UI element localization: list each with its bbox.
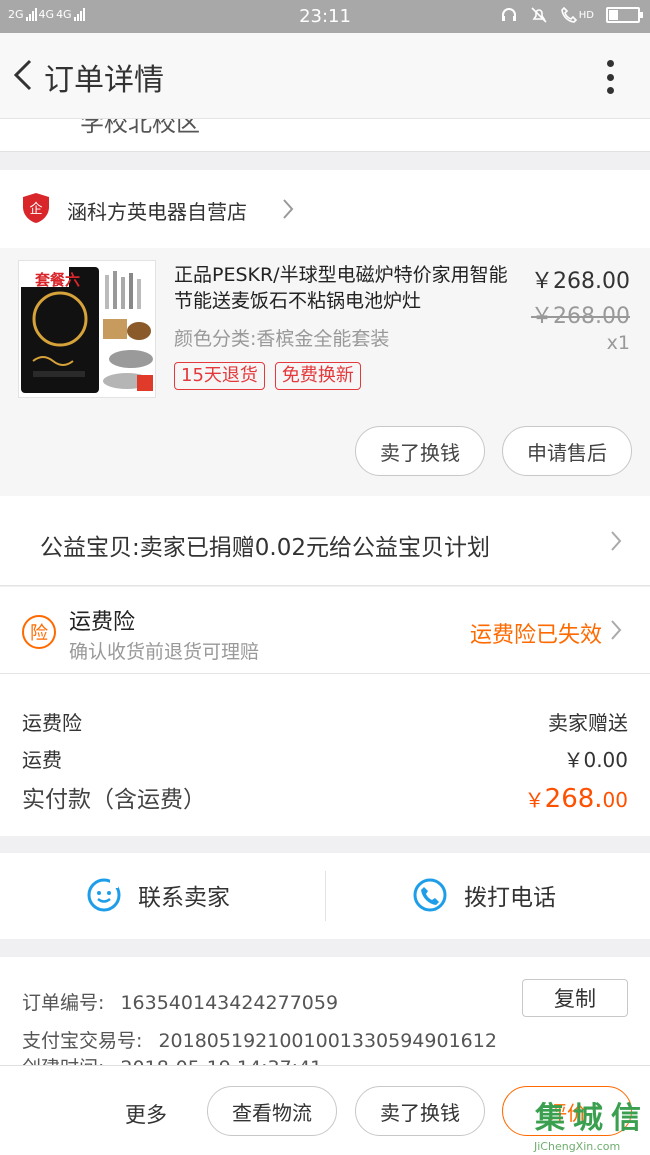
watermark-logo: 集 城 信 <box>532 1100 644 1138</box>
chevron-right-icon <box>611 531 622 551</box>
contact-seller-label: 联系卖家 <box>138 885 230 911</box>
watermark: 集 城 信 JiChengXin.com <box>532 1100 650 1155</box>
call-icon <box>560 6 577 23</box>
apply-after-sale-button[interactable]: 申请售后 <box>502 426 632 476</box>
chevron-right-icon <box>283 199 294 219</box>
product-title[interactable]: 正品PESKR/半球型电磁炉特价家用智能节能送麦饭石不粘锅电池炉灶 <box>174 262 514 314</box>
battery-icon <box>606 7 643 23</box>
alipay-number-label: 支付宝交易号: <box>22 1030 143 1052</box>
contact-seller-button[interactable]: 联系卖家 <box>86 877 230 913</box>
product-original-price: ￥268.00 <box>531 304 630 329</box>
status-icons: HD <box>500 6 643 24</box>
product-price: ￥268.00 <box>531 269 630 294</box>
insurance-fee-label: 运费险 <box>22 711 82 735</box>
call-phone-button[interactable]: 拨打电话 <box>412 877 556 913</box>
watermark-char-3: 信 <box>611 1101 641 1136</box>
page-title: 订单详情 <box>44 63 164 98</box>
product-sku: 颜色分类:香槟金全能套装 <box>174 328 390 350</box>
chevron-right-icon <box>611 620 622 640</box>
copy-order-number-button[interactable]: 复制 <box>522 979 628 1017</box>
total-paid-value: ￥268.00 <box>525 784 628 814</box>
insurance-icon: 险 <box>22 615 56 649</box>
contact-bar: 联系卖家 拨打电话 <box>0 853 650 939</box>
sell-for-cash-button[interactable]: 卖了换钱 <box>355 426 485 476</box>
total-paid-row: 实付款（含运费） ￥268.00 <box>22 780 628 814</box>
fee-summary: 运费险 卖家赠送 运费 ￥0.00 实付款（含运费） ￥268.00 <box>0 674 650 836</box>
tmall-shield-icon: 企 <box>23 193 49 223</box>
more-button[interactable]: 更多 <box>125 1099 167 1129</box>
product-image-badge: 套餐六 <box>35 271 81 289</box>
order-info: 订单编号: 163540143424277059 复制 支付宝交易号: 2018… <box>0 957 650 1067</box>
charity-text: 公益宝贝:卖家已捐赠0.02元给公益宝贝计划 <box>40 535 490 561</box>
address-section: 学校北校区 <box>0 119 650 152</box>
product-quantity: x1 <box>606 332 630 354</box>
address-text: 学校北校区 <box>80 119 200 137</box>
alipay-number-value: 2018051921001001330594901612 <box>158 1030 497 1052</box>
order-number-value: 163540143424277059 <box>120 992 339 1014</box>
navigation-bar: 订单详情 <box>0 33 650 119</box>
chat-smile-icon <box>87 878 121 912</box>
divider <box>325 871 326 921</box>
shipping-fee-row: 运费 ￥0.00 <box>22 744 628 773</box>
back-arrow-icon[interactable] <box>10 57 36 93</box>
total-paid-label: 实付款（含运费） <box>22 787 206 813</box>
total-integer: 268. <box>544 784 603 814</box>
shipping-fee-value: ￥0.00 <box>563 748 628 772</box>
tag-free-exchange: 免费换新 <box>274 362 361 390</box>
product-card[interactable]: 套餐六 正品PESKR/半球型电磁炉特价家用智能节能送麦饭石不粘锅电池炉灶 颜色… <box>0 248 650 496</box>
order-number-row: 订单编号: 163540143424277059 <box>22 988 338 1015</box>
tag-15-day-return: 15天退货 <box>174 362 265 390</box>
currency-symbol: ￥ <box>524 788 545 812</box>
view-logistics-button[interactable]: 查看物流 <box>207 1086 337 1136</box>
mute-bell-icon <box>531 7 547 23</box>
insurance-title: 运费险 <box>69 610 136 635</box>
shop-header[interactable]: 企 涵科方英电器自营店 <box>0 170 650 248</box>
total-decimal: 00 <box>602 788 628 812</box>
headset-icon <box>501 8 516 21</box>
status-bar: 2G 4G 4G 23:11 HD <box>0 0 650 33</box>
alipay-number-row: 支付宝交易号: 2018051921001001330594901612 <box>22 1026 497 1053</box>
more-options-icon[interactable] <box>606 60 614 94</box>
watermark-url: JiChengXin.com <box>534 1140 621 1153</box>
charity-row[interactable]: 公益宝贝:卖家已捐赠0.02元给公益宝贝计划 <box>0 496 650 586</box>
phone-icon <box>413 878 447 912</box>
insurance-status: 运费险已失效 <box>469 623 602 648</box>
insurance-fee-row: 运费险 卖家赠送 <box>22 707 628 736</box>
shop-logo-text: 企 <box>29 201 42 217</box>
shipping-fee-label: 运费 <box>22 748 62 772</box>
insurance-description: 确认收货前退货可理赔 <box>69 641 260 663</box>
watermark-char-2: 城 <box>573 1101 603 1136</box>
insurance-fee-value: 卖家赠送 <box>548 711 628 735</box>
shop-name: 涵科方英电器自营店 <box>67 200 247 224</box>
hd-label: HD <box>578 9 594 21</box>
product-image[interactable]: 套餐六 <box>18 260 156 398</box>
shipping-insurance-row[interactable]: 险 运费险 确认收货前退货可理赔 运费险已失效 <box>0 587 650 674</box>
watermark-char-1: 集 <box>535 1101 565 1136</box>
sell-for-cash-bottom-button[interactable]: 卖了换钱 <box>355 1086 485 1136</box>
call-phone-label: 拨打电话 <box>464 885 556 911</box>
service-tags: 15天退货 免费换新 <box>174 362 361 390</box>
order-number-label: 订单编号: <box>22 992 105 1014</box>
